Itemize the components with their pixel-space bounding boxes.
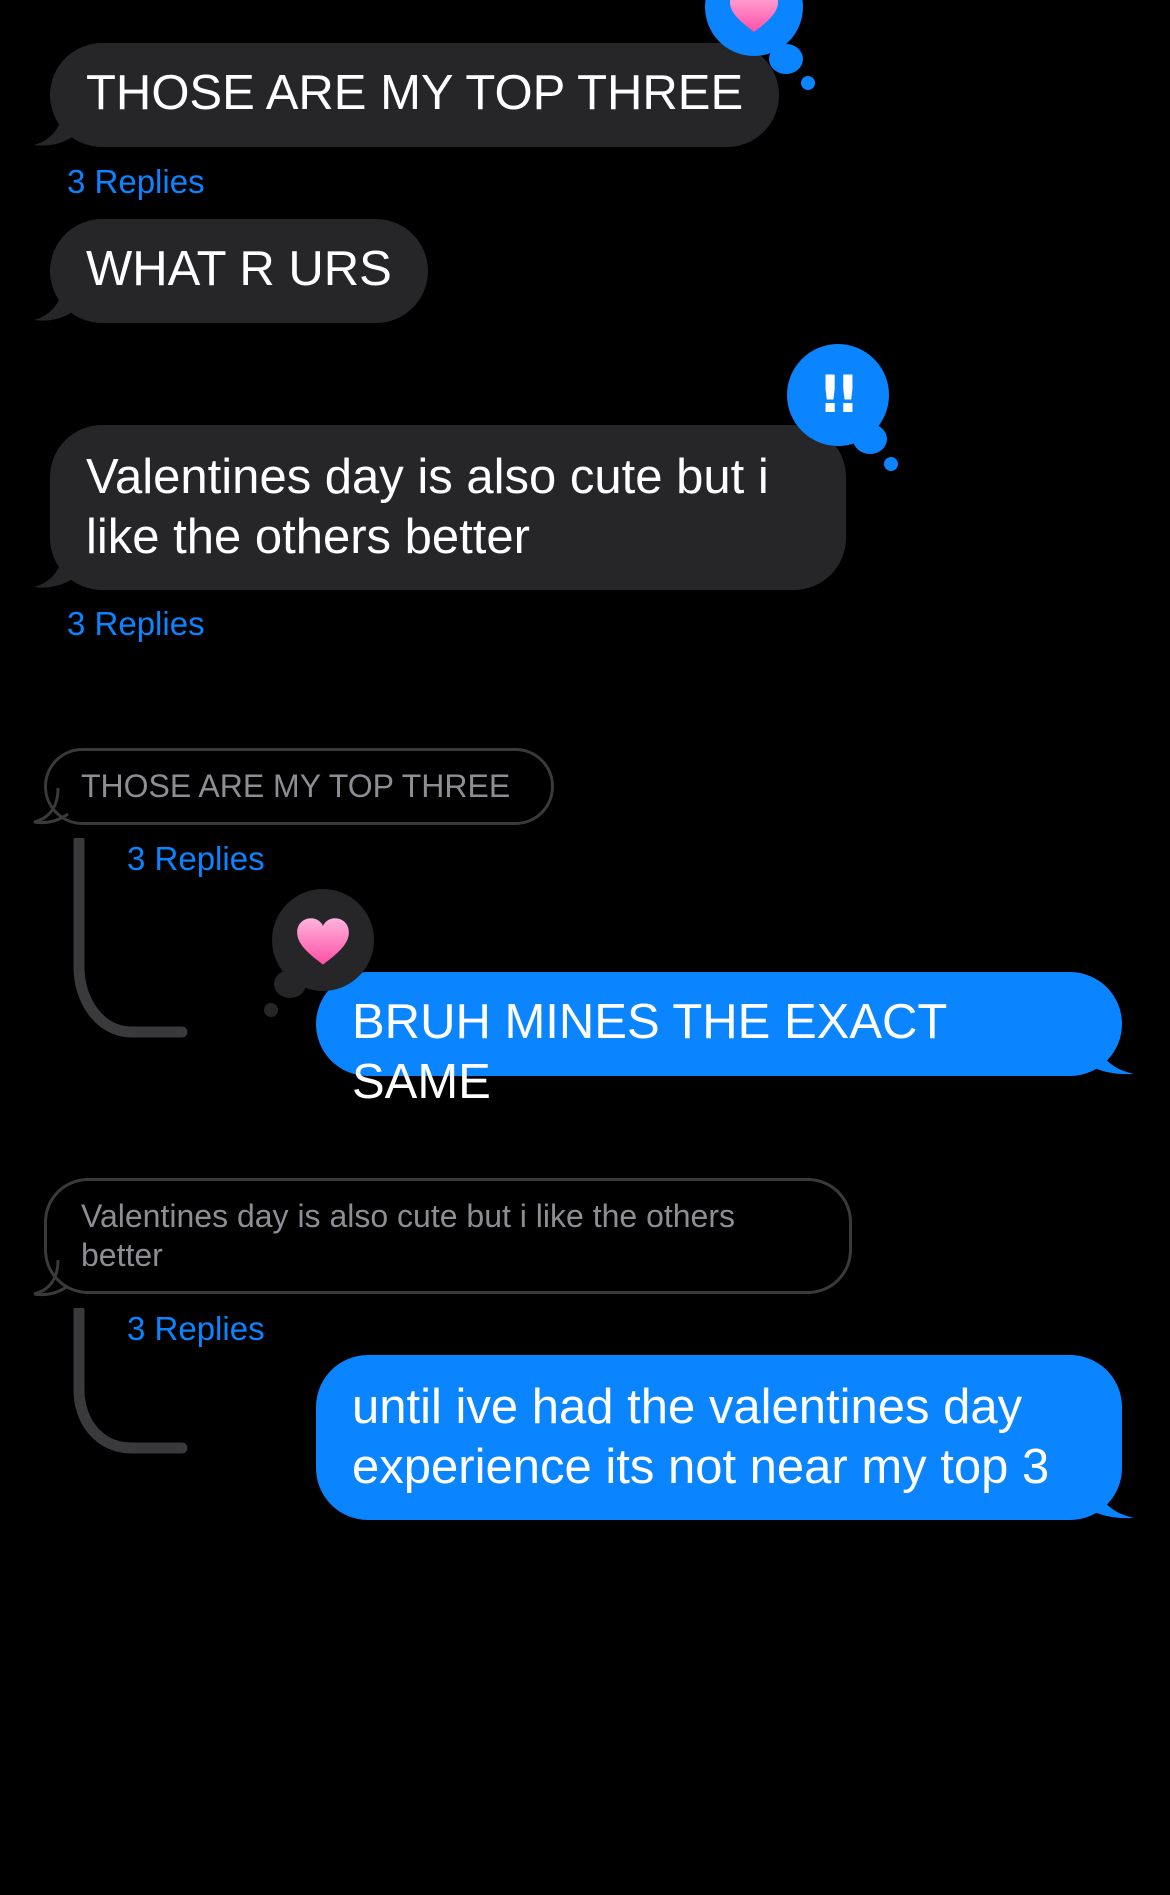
message-bubble-what-r-urs[interactable]: WHAT R URS bbox=[50, 219, 428, 323]
heart-icon bbox=[297, 918, 349, 965]
message-bubble-top-three[interactable]: THOSE ARE MY TOP THREE bbox=[50, 43, 780, 147]
message-bubble-valentines[interactable]: Valentines day is also cute but i like t… bbox=[50, 425, 846, 590]
tapback-dot bbox=[264, 1003, 278, 1017]
tapback-dot bbox=[853, 424, 887, 454]
conversation-view: THOSE ARE MY TOP THREE 3 Replies WHAT R … bbox=[0, 0, 1170, 1895]
quoted-message[interactable]: Valentines day is also cute but i like t… bbox=[44, 1178, 852, 1294]
message-bubble-until[interactable]: until ive had the valentines day experie… bbox=[316, 1355, 1122, 1520]
thread-line bbox=[73, 838, 188, 1038]
tapback-dot bbox=[801, 76, 815, 90]
heart-icon bbox=[730, 0, 778, 32]
quoted-message[interactable]: THOSE ARE MY TOP THREE bbox=[44, 748, 554, 825]
double-exclamation-icon: !! bbox=[818, 365, 860, 425]
thread-line bbox=[73, 1308, 188, 1454]
message-bubble-bruh[interactable]: BRUH MINES THE EXACT SAME bbox=[316, 972, 1122, 1109]
replies-link[interactable]: 3 Replies bbox=[67, 162, 205, 202]
tapback-dot bbox=[884, 457, 898, 471]
tapback-dot bbox=[274, 970, 306, 998]
tapback-dot bbox=[769, 44, 803, 74]
replies-link[interactable]: 3 Replies bbox=[67, 604, 205, 644]
